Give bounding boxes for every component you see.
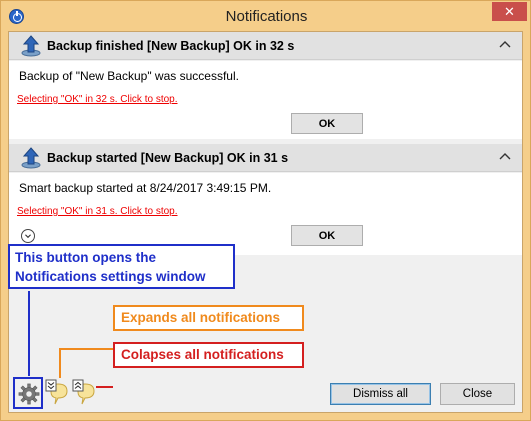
title-bar[interactable]: Notifications ✕ xyxy=(1,1,531,32)
notification-message: Smart backup started at 8/24/2017 3:49:1… xyxy=(19,181,272,195)
countdown-stop-link[interactable]: Selecting "OK" in 31 s. Click to stop. xyxy=(17,206,178,217)
expand-annotation: Expands all notifications xyxy=(113,305,304,331)
notification-body: Backup of "New Backup" was successful. S… xyxy=(9,61,522,139)
close-button[interactable]: Close xyxy=(440,383,515,405)
notification-heading: Backup finished [New Backup] OK in 32 s xyxy=(47,39,295,53)
collapse-chevron-icon[interactable] xyxy=(498,38,512,52)
notification-heading: Backup started [New Backup] OK in 31 s xyxy=(47,151,289,165)
ok-button[interactable]: OK xyxy=(291,225,363,246)
collapse-all-button[interactable] xyxy=(72,378,98,408)
collapse-chevron-icon[interactable] xyxy=(498,150,512,164)
close-window-button[interactable]: ✕ xyxy=(492,2,527,21)
notification-header[interactable]: Backup finished [New Backup] OK in 32 s xyxy=(9,32,522,60)
window-title: Notifications xyxy=(225,8,308,25)
collapse-all-icon xyxy=(72,379,95,405)
settings-annotation: This button opens the Notifications sett… xyxy=(8,244,235,289)
upload-arrow-icon xyxy=(21,35,41,57)
notification-header[interactable]: Backup started [New Backup] OK in 31 s xyxy=(9,144,522,172)
collapse-annotation: Colapses all notifications xyxy=(113,342,304,368)
expand-all-icon xyxy=(45,379,68,405)
ok-button[interactable]: OK xyxy=(291,113,363,134)
gear-icon xyxy=(18,383,40,405)
notification-message: Backup of "New Backup" was successful. xyxy=(19,69,239,83)
expand-all-button[interactable] xyxy=(45,378,71,408)
dismiss-all-button[interactable]: Dismiss all xyxy=(330,383,431,405)
countdown-stop-link[interactable]: Selecting "OK" in 32 s. Click to stop. xyxy=(17,94,178,105)
settings-button-highlight[interactable] xyxy=(13,377,43,409)
expand-chevron-icon[interactable] xyxy=(21,229,35,243)
notification-body: Smart backup started at 8/24/2017 3:49:1… xyxy=(9,173,522,255)
settings-annotation-line1: This button opens the xyxy=(15,250,156,265)
upload-arrow-icon xyxy=(21,147,41,169)
settings-annotation-line2: Notifications settings window xyxy=(15,269,206,284)
